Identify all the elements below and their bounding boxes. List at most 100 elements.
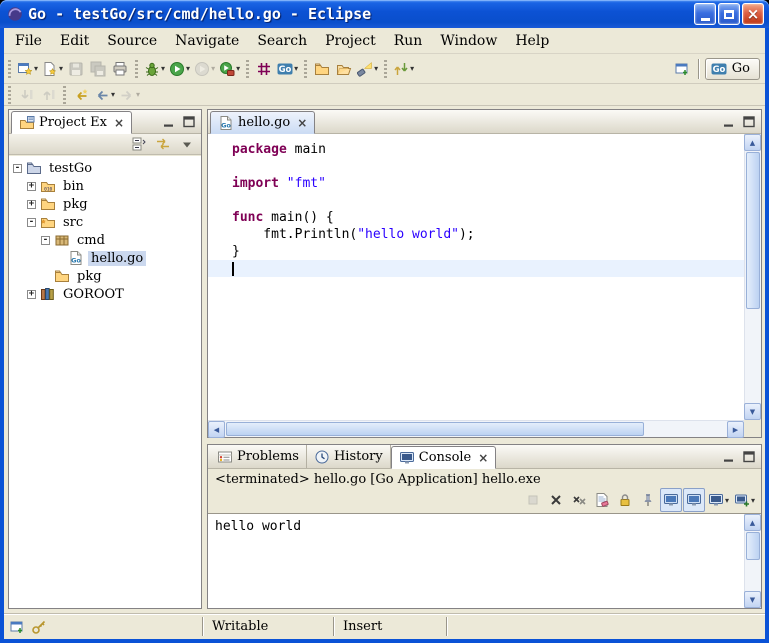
scroll-right-icon[interactable]: ▶: [727, 421, 744, 438]
tree-expander-icon[interactable]: +: [27, 182, 36, 191]
go-wizards-button[interactable]: Go▾: [275, 57, 300, 81]
show-console-on-stdout-button[interactable]: [660, 488, 682, 512]
tree-item-cmd[interactable]: -cmd: [9, 231, 201, 249]
menu-source[interactable]: Source: [98, 30, 166, 52]
scroll-up-icon[interactable]: ▲: [744, 514, 761, 531]
new-wizard-button[interactable]: ▾: [15, 57, 40, 81]
new-go-app-button[interactable]: [253, 57, 275, 81]
remove-launch-button[interactable]: [545, 488, 567, 512]
new-go-element-button[interactable]: ▾: [40, 57, 65, 81]
minimize-button[interactable]: [694, 3, 716, 25]
dropdown-arrow-icon[interactable]: ▾: [294, 64, 298, 73]
pin-console-button[interactable]: [637, 488, 659, 512]
tree-expander-icon[interactable]: +: [27, 200, 36, 209]
menu-file[interactable]: File: [6, 30, 51, 52]
menu-search[interactable]: Search: [248, 30, 316, 52]
collapse-all-button[interactable]: [128, 135, 150, 154]
code-line-5[interactable]: func main() {: [208, 209, 744, 226]
scroll-left-icon[interactable]: ◀: [208, 421, 225, 438]
open-console-button[interactable]: ▾: [732, 488, 757, 512]
clear-console-button[interactable]: [591, 488, 613, 512]
menu-project[interactable]: Project: [316, 30, 385, 52]
fast-view-icon[interactable]: [9, 619, 25, 635]
toolbar-handle[interactable]: [383, 60, 387, 78]
code-line-6[interactable]: fmt.Println("hello world");: [208, 226, 744, 243]
console-output[interactable]: hello world ▲ ▼: [208, 513, 761, 608]
dropdown-arrow-icon[interactable]: ▾: [374, 64, 378, 73]
toolbar-handle[interactable]: [62, 86, 66, 104]
close-tab-icon[interactable]: ×: [114, 116, 124, 130]
tree-item-pkg[interactable]: pkg: [9, 267, 201, 285]
tab-console[interactable]: Console ×: [391, 446, 497, 469]
code-line-4[interactable]: [208, 192, 744, 209]
close-tab-icon[interactable]: ×: [297, 116, 307, 130]
last-edit-location-button[interactable]: [70, 85, 92, 105]
dropdown-arrow-icon[interactable]: ▾: [59, 64, 63, 73]
link-with-editor-button[interactable]: [152, 135, 174, 154]
menu-navigate[interactable]: Navigate: [166, 30, 248, 52]
tree-expander-icon[interactable]: -: [27, 218, 36, 227]
tree-item-goroot[interactable]: +GOROOT: [9, 285, 201, 303]
tree-item-src[interactable]: -src: [9, 213, 201, 231]
tree-item-testgo[interactable]: -testGo: [9, 159, 201, 177]
tree-item-pkg[interactable]: +pkg: [9, 195, 201, 213]
dropdown-arrow-icon[interactable]: ▾: [34, 64, 38, 73]
go-perspective-button[interactable]: Go Go: [705, 58, 760, 80]
code-line-7[interactable]: }: [208, 243, 744, 260]
print-button[interactable]: [109, 57, 131, 81]
launch-shortcut-icon[interactable]: [31, 619, 47, 635]
view-menu-button[interactable]: [176, 135, 198, 154]
minimize-view-button[interactable]: [159, 113, 178, 130]
menu-edit[interactable]: Edit: [51, 30, 98, 52]
team-synchronize-button[interactable]: ▾: [391, 57, 416, 81]
tree-item-hello-go[interactable]: Gohello.go: [9, 249, 201, 267]
maximize-view-button[interactable]: [739, 113, 758, 130]
minimize-view-button[interactable]: [719, 113, 738, 130]
menu-help[interactable]: Help: [506, 30, 558, 52]
dropdown-arrow-icon[interactable]: ▾: [236, 64, 240, 73]
code-line-8[interactable]: [208, 260, 744, 277]
code-line-2[interactable]: [208, 158, 744, 175]
editor-horizontal-scrollbar[interactable]: ◀ ▶: [208, 420, 744, 437]
tree-item-bin[interactable]: +010bin: [9, 177, 201, 195]
scroll-up-icon[interactable]: ▲: [744, 134, 761, 151]
tab-hello-go[interactable]: Go hello.go ×: [210, 111, 315, 134]
dropdown-arrow-icon[interactable]: ▾: [751, 496, 755, 505]
open-project-button[interactable]: [333, 57, 355, 81]
dropdown-arrow-icon[interactable]: ▾: [410, 64, 414, 73]
close-tab-icon[interactable]: ×: [478, 451, 488, 465]
remove-all-terminated-button[interactable]: [568, 488, 590, 512]
display-selected-console-button[interactable]: ▾: [706, 488, 731, 512]
run-button[interactable]: ▾: [167, 57, 192, 81]
scroll-lock-button[interactable]: [614, 488, 636, 512]
search-button[interactable]: ▾: [355, 57, 380, 81]
editor-body[interactable]: package main import "fmt" func main() { fm…: [208, 134, 761, 437]
toolbar-handle[interactable]: [303, 60, 307, 78]
dropdown-arrow-icon[interactable]: ▾: [161, 64, 165, 73]
scrollbar-thumb[interactable]: [746, 152, 760, 309]
console-output-text[interactable]: hello world: [208, 514, 744, 608]
tree-expander-icon[interactable]: -: [41, 236, 50, 245]
code-area[interactable]: package main import "fmt" func main() { fm…: [208, 134, 744, 420]
code-line-3[interactable]: import "fmt": [208, 175, 744, 192]
dropdown-arrow-icon[interactable]: ▾: [186, 64, 190, 73]
dropdown-arrow-icon[interactable]: ▾: [211, 64, 215, 73]
maximize-button[interactable]: [718, 3, 740, 25]
minimize-view-button[interactable]: [719, 448, 738, 465]
scrollbar-thumb[interactable]: [746, 532, 760, 560]
toolbar-handle[interactable]: [245, 60, 249, 78]
scrollbar-thumb[interactable]: [226, 422, 644, 436]
debug-button[interactable]: ▾: [142, 57, 167, 81]
tree-expander-icon[interactable]: -: [13, 164, 22, 173]
toolbar-handle[interactable]: [7, 86, 11, 104]
toolbar-handle[interactable]: [7, 60, 11, 78]
dropdown-arrow-icon[interactable]: ▾: [136, 90, 140, 99]
back-button[interactable]: ▾: [92, 85, 117, 105]
title-bar[interactable]: Go - testGo/src/cmd/hello.go - Eclipse ×: [0, 0, 769, 28]
open-perspective-button[interactable]: [671, 57, 693, 81]
code-line-1[interactable]: package main: [208, 141, 744, 158]
menu-window[interactable]: Window: [431, 30, 506, 52]
editor-vertical-scrollbar[interactable]: ▲ ▼: [744, 134, 761, 420]
dropdown-arrow-icon[interactable]: ▾: [725, 496, 729, 505]
external-tools-button[interactable]: ▾: [217, 57, 242, 81]
